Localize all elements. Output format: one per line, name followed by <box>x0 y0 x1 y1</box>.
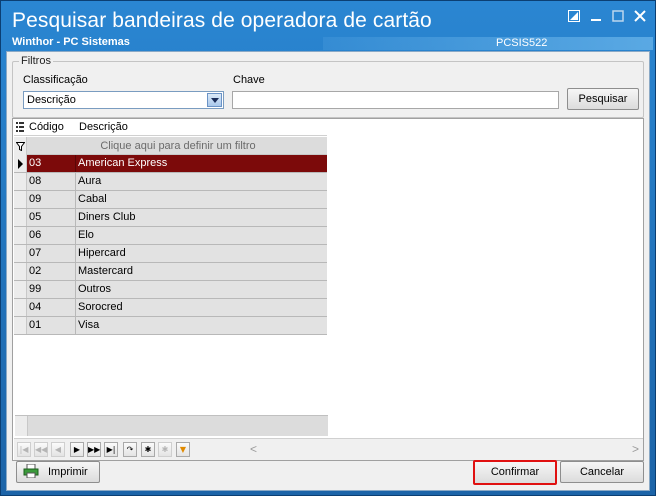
confirm-button[interactable]: Confirmar <box>473 460 557 485</box>
table-row[interactable]: 04 Sorocred <box>14 299 327 317</box>
table-row[interactable]: 09 Cabal <box>14 191 327 209</box>
row-indicator[interactable] <box>14 209 27 226</box>
grid-header: Código Descrição <box>14 119 327 136</box>
classificacao-value: Descrição <box>27 94 76 106</box>
cell-descricao: Mastercard <box>78 265 134 277</box>
prev-page-icon[interactable]: ◀◀ <box>34 442 48 457</box>
row-indicator[interactable] <box>14 191 27 208</box>
classificacao-select[interactable]: Descrição <box>23 91 224 109</box>
cell-codigo: 09 <box>28 191 76 208</box>
row-indicator[interactable] <box>14 299 27 316</box>
prev-icon[interactable]: ◀ <box>51 442 65 457</box>
window-title: Pesquisar bandeiras de operadora de cart… <box>12 9 432 32</box>
edit-icon[interactable] <box>563 7 585 27</box>
current-row-arrow-icon <box>18 159 23 169</box>
cancel-button[interactable]: Cancelar <box>560 461 644 483</box>
cell-descricao: Diners Club <box>78 211 136 223</box>
filter-row[interactable]: Clique aqui para definir um filtro <box>14 137 327 155</box>
cell-descricao: Aura <box>78 175 102 187</box>
cell-descricao: Outros <box>78 283 112 295</box>
cell-codigo: 01 <box>28 317 76 334</box>
table-row[interactable]: 06 Elo <box>14 227 327 245</box>
search-button[interactable]: Pesquisar <box>567 88 639 110</box>
last-icon[interactable]: ▶| <box>104 442 118 457</box>
cell-descricao: Elo <box>78 229 94 241</box>
first-icon[interactable]: |◀ <box>17 442 31 457</box>
printer-icon <box>23 464 39 478</box>
chave-label: Chave <box>233 74 265 86</box>
minimize-icon[interactable] <box>585 7 607 27</box>
bottom-bar: Imprimir Confirmar Cancelar <box>7 460 649 491</box>
clear-icon[interactable]: ✱ <box>158 442 172 457</box>
next-icon[interactable]: ▶ <box>70 442 84 457</box>
table-row[interactable]: 01 Visa <box>14 317 327 335</box>
row-indicator[interactable] <box>14 227 27 244</box>
filter-toggle-icon[interactable]: ▼ <box>176 442 190 457</box>
scroll-right-icon[interactable]: > <box>632 442 639 456</box>
window-subtitle: Winthor - PC Sistemas <box>12 36 130 48</box>
row-indicator[interactable] <box>14 245 27 262</box>
filters-group: Filtros Classificação Descrição Chave Pe… <box>12 55 644 118</box>
chevron-down-icon[interactable] <box>207 93 222 107</box>
footer-indicator <box>15 416 28 436</box>
cell-codigo: 08 <box>28 173 76 190</box>
cell-descricao: Cabal <box>78 193 107 205</box>
column-header-descricao[interactable]: Descrição <box>79 121 128 133</box>
scroll-left-icon[interactable]: < <box>250 442 257 456</box>
main-window: Pesquisar bandeiras de operadora de cart… <box>0 0 656 496</box>
table-row[interactable]: 05 Diners Club <box>14 209 327 227</box>
table-row[interactable]: 99 Outros <box>14 281 327 299</box>
cell-codigo: 99 <box>28 281 76 298</box>
cell-descricao: Visa <box>78 319 100 331</box>
maximize-icon[interactable] <box>607 7 629 27</box>
navigator-bar: |◀ ◀◀ ◀ ▶ ▶▶ ▶| ↷ ✱ ✱ ▼ < > <box>14 438 643 460</box>
cell-codigo: 02 <box>28 263 76 280</box>
filter-hint: Clique aqui para definir um filtro <box>100 140 256 152</box>
print-label: Imprimir <box>48 466 88 478</box>
row-indicator[interactable] <box>14 263 27 280</box>
row-indicator[interactable] <box>14 281 27 298</box>
close-icon[interactable] <box>629 7 651 27</box>
cell-codigo: 06 <box>28 227 76 244</box>
row-indicator[interactable] <box>14 173 27 190</box>
next-page-icon[interactable]: ▶▶ <box>87 442 101 457</box>
table-row[interactable]: 08 Aura <box>14 173 327 191</box>
cell-codigo: 05 <box>28 209 76 226</box>
filters-legend: Filtros <box>19 55 53 67</box>
results-panel: Código Descrição Clique aqui para defini… <box>12 118 644 461</box>
cell-descricao: Sorocred <box>78 301 123 313</box>
cell-descricao: American Express <box>78 157 168 169</box>
results-grid[interactable]: Código Descrição Clique aqui para defini… <box>14 119 328 440</box>
table-row[interactable]: 03 American Express <box>14 155 327 173</box>
filter-icon <box>14 137 27 155</box>
cell-codigo: 07 <box>28 245 76 262</box>
code-bar <box>323 37 653 50</box>
table-row[interactable]: 02 Mastercard <box>14 263 327 281</box>
column-header-codigo[interactable]: Código <box>29 121 64 133</box>
column-chooser-icon[interactable] <box>16 121 24 135</box>
asterisk-icon[interactable]: ✱ <box>141 442 155 457</box>
cell-codigo: 03 <box>28 155 76 172</box>
chave-input[interactable] <box>232 91 559 109</box>
title-bar[interactable]: Pesquisar bandeiras de operadora de cart… <box>1 1 655 51</box>
table-row[interactable]: 07 Hipercard <box>14 245 327 263</box>
cell-descricao: Hipercard <box>78 247 126 259</box>
refresh-icon[interactable]: ↷ <box>123 442 137 457</box>
client-area: Filtros Classificação Descrição Chave Pe… <box>6 51 650 491</box>
cell-codigo: 04 <box>28 299 76 316</box>
row-indicator[interactable] <box>14 317 27 334</box>
classificacao-label: Classificação <box>23 74 88 86</box>
routine-code: PCSIS522 <box>496 37 548 49</box>
row-indicator[interactable] <box>14 155 27 172</box>
print-button[interactable]: Imprimir <box>16 461 100 483</box>
grid-footer <box>15 415 328 436</box>
